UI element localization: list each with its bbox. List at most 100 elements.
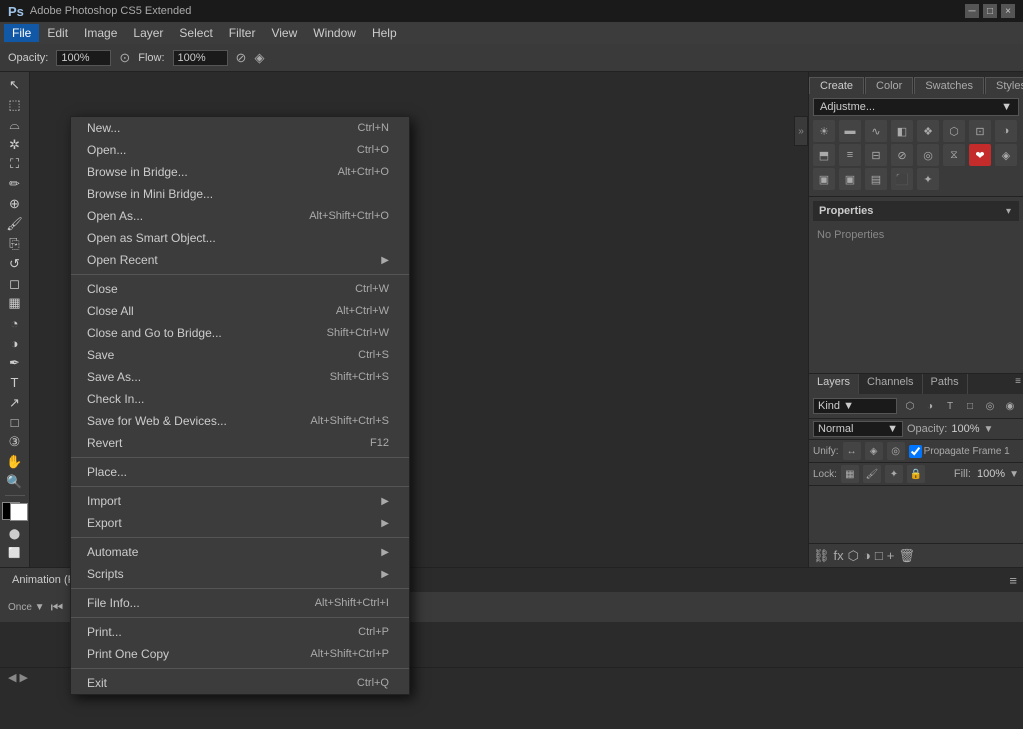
marquee-tool[interactable]: ⬚	[3, 96, 27, 114]
adjustment-dropdown[interactable]: Adjustme... ▼	[813, 98, 1019, 116]
blur-tool[interactable]: ◔	[3, 314, 27, 332]
close-button[interactable]: ×	[1001, 4, 1015, 18]
adj-icon-a[interactable]: ▣	[813, 168, 835, 190]
eyedropper-tool[interactable]: ✏	[3, 175, 27, 193]
link-layers-icon[interactable]: ⛓	[813, 548, 830, 564]
type-filter-icon[interactable]: T	[941, 397, 959, 415]
path-selection-tool[interactable]: ↗	[3, 394, 27, 412]
dodge-tool[interactable]: ◑	[3, 334, 27, 352]
menu-item-check-in[interactable]: Check In...	[71, 388, 409, 410]
new-adjustment-icon[interactable]: ◑	[863, 548, 871, 563]
hand-tool[interactable]: ✋	[3, 453, 27, 471]
adjustment-filter-icon[interactable]: ◑	[921, 397, 939, 415]
rewind-icon[interactable]: ⏮	[51, 599, 64, 616]
pen-tool[interactable]: ✒	[3, 354, 27, 372]
tab-color[interactable]: Color	[865, 77, 913, 94]
zoom-tool[interactable]: 🔍	[3, 473, 27, 491]
menu-item-browse-mini-bridge[interactable]: Browse in Mini Bridge...	[71, 183, 409, 205]
color-balance-icon[interactable]: ⊡	[969, 120, 991, 142]
menu-item-automate[interactable]: Automate ▶	[71, 541, 409, 563]
menu-item-open-as[interactable]: Open As... Alt+Shift+Ctrl+O	[71, 205, 409, 227]
lock-transparency-icon[interactable]: ▦	[841, 465, 859, 483]
filter-toggle-icon[interactable]: ◉	[1001, 397, 1019, 415]
menu-item-export[interactable]: Export ▶	[71, 512, 409, 534]
menu-item-open-recent[interactable]: Open Recent ▶	[71, 249, 409, 271]
loop-options[interactable]: Once ▼	[8, 602, 45, 613]
menu-layer[interactable]: Layer	[125, 24, 171, 42]
pixel-filter-icon[interactable]: ⬡	[901, 397, 919, 415]
menu-item-open[interactable]: Open... Ctrl+O	[71, 139, 409, 161]
exposure-icon[interactable]: ◧	[891, 120, 913, 142]
flow-input[interactable]	[173, 50, 228, 66]
menu-image[interactable]: Image	[76, 24, 125, 42]
new-group-icon[interactable]: □	[875, 548, 883, 563]
levels-icon[interactable]: ▬	[839, 120, 861, 142]
adj-icon-c[interactable]: ▤	[865, 168, 887, 190]
fg-bg-colors[interactable]	[2, 502, 28, 521]
minimize-button[interactable]: ─	[965, 4, 979, 18]
propagate-frame-checkbox[interactable]	[909, 445, 922, 458]
menu-item-import[interactable]: Import ▶	[71, 490, 409, 512]
adj-icon-d[interactable]: ⬛	[891, 168, 913, 190]
properties-collapse-icon[interactable]: ▾	[1004, 204, 1013, 219]
healing-brush-tool[interactable]: ⊕	[3, 195, 27, 213]
selective-color-icon[interactable]: ◈	[995, 144, 1017, 166]
menu-edit[interactable]: Edit	[39, 24, 76, 42]
menu-window[interactable]: Window	[305, 24, 364, 42]
add-style-icon[interactable]: fx	[834, 548, 844, 563]
menu-file[interactable]: File	[4, 24, 39, 42]
opacity-input[interactable]	[56, 50, 111, 66]
menu-view[interactable]: View	[263, 24, 305, 42]
menu-item-print-one-copy[interactable]: Print One Copy Alt+Shift+Ctrl+P	[71, 643, 409, 665]
tab-paths[interactable]: Paths	[923, 374, 968, 394]
history-brush-tool[interactable]: ↺	[3, 255, 27, 273]
airbrush-icon[interactable]: ⊘	[236, 50, 247, 66]
menu-item-place[interactable]: Place...	[71, 461, 409, 483]
right-panel-collapse-button[interactable]: »	[794, 116, 808, 146]
3d-tool[interactable]: ③	[3, 433, 27, 451]
posterize-icon[interactable]: ◎	[917, 144, 939, 166]
lock-image-icon[interactable]: 🖌	[863, 465, 881, 483]
new-layer-icon[interactable]: +	[887, 548, 895, 563]
lock-all-icon[interactable]: 🔒	[907, 465, 925, 483]
menu-item-save-web[interactable]: Save for Web & Devices... Alt+Shift+Ctrl…	[71, 410, 409, 432]
crop-tool[interactable]: ⛶	[3, 155, 27, 173]
delete-layer-icon[interactable]: 🗑	[898, 548, 915, 564]
menu-help[interactable]: Help	[364, 24, 405, 42]
hue-saturation-icon[interactable]: ⬡	[943, 120, 965, 142]
color-lookup-icon[interactable]: ⊟	[865, 144, 887, 166]
tab-channels[interactable]: Channels	[859, 374, 922, 394]
smart-filter-icon[interactable]: ◎	[981, 397, 999, 415]
maximize-button[interactable]: □	[983, 4, 997, 18]
unify-position-icon[interactable]: ↔	[843, 442, 861, 460]
menu-item-new[interactable]: New... Ctrl+N	[71, 117, 409, 139]
menu-item-save[interactable]: Save Ctrl+S	[71, 344, 409, 366]
gradient-map-icon[interactable]: ❤	[969, 144, 991, 166]
threshold-icon[interactable]: ⧖	[943, 144, 965, 166]
magic-wand-tool[interactable]: ✲	[3, 136, 27, 154]
layers-panel-options[interactable]: ≡	[1013, 374, 1023, 394]
unify-visibility-icon[interactable]: ◎	[887, 442, 905, 460]
brush-tool active[interactable]: 🖌	[3, 215, 27, 233]
menu-item-exit[interactable]: Exit Ctrl+Q	[71, 672, 409, 694]
layers-kind-dropdown[interactable]: Kind ▼	[813, 398, 897, 414]
propagate-frame-label[interactable]: Propagate Frame 1	[909, 445, 1010, 458]
lasso-tool[interactable]: ⌓	[3, 116, 27, 134]
shape-filter-icon[interactable]: □	[961, 397, 979, 415]
type-tool[interactable]: T	[3, 374, 27, 392]
unify-style-icon[interactable]: ◈	[865, 442, 883, 460]
menu-item-close-all[interactable]: Close All Alt+Ctrl+W	[71, 300, 409, 322]
bottom-panel-options-icon[interactable]: ≡	[1003, 573, 1023, 588]
title-bar-controls[interactable]: ─ □ ×	[965, 4, 1015, 18]
tablet-icon[interactable]: ◈	[254, 50, 264, 66]
add-mask-icon[interactable]: ⬡	[848, 548, 859, 564]
menu-item-file-info[interactable]: File Info... Alt+Shift+Ctrl+I	[71, 592, 409, 614]
tab-layers[interactable]: Layers	[809, 374, 859, 394]
menu-item-save-as[interactable]: Save As... Shift+Ctrl+S	[71, 366, 409, 388]
menu-item-print[interactable]: Print... Ctrl+P	[71, 621, 409, 643]
tab-swatches[interactable]: Swatches	[914, 77, 984, 94]
move-tool[interactable]: ↖	[3, 76, 27, 94]
opacity-down-icon[interactable]: ▼	[984, 424, 994, 435]
clone-stamp-tool[interactable]: ⎘	[3, 235, 27, 253]
channel-mixer-icon[interactable]: ≡	[839, 144, 861, 166]
